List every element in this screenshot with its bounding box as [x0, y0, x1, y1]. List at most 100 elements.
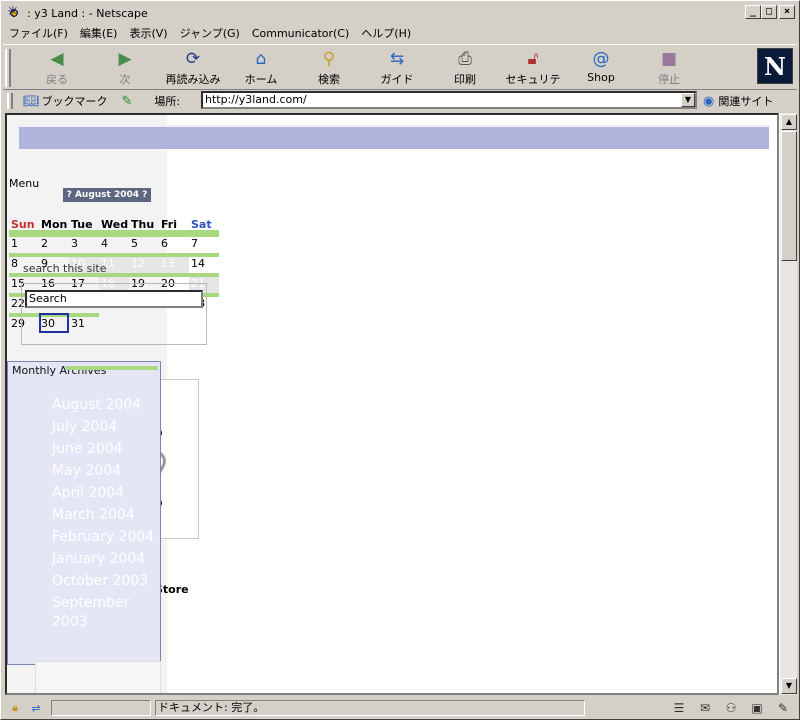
calendar-day[interactable]: 13 [159, 253, 189, 273]
composer-icon[interactable]: ▣ [747, 700, 767, 716]
calendar-day[interactable]: 12 [129, 253, 159, 273]
weekday-wed: Wed [99, 218, 129, 233]
connection-icon: ⇌ [31, 701, 41, 715]
location-label: 場所: [154, 95, 181, 108]
url-field[interactable]: http://y3land.com/ ▼ [201, 91, 697, 109]
related-sites-label: 関連サイト [718, 95, 774, 108]
toolbar-grip[interactable] [5, 49, 11, 87]
forward-button[interactable]: ▶ 次 [93, 47, 157, 89]
netscape-logo[interactable]: N [757, 48, 793, 84]
vertical-scrollbar[interactable]: ▲ ▼ [779, 113, 797, 695]
menu-edit[interactable]: 編集(E) [74, 25, 124, 41]
stop-button[interactable]: ■ 停止 [637, 47, 701, 89]
scroll-thumb[interactable] [781, 131, 797, 261]
archive-link[interactable]: October 2003 [52, 572, 160, 591]
signature-icon[interactable]: ✎ [773, 700, 793, 716]
menu-file[interactable]: ファイル(F) [3, 25, 74, 41]
security-button[interactable]: 🔓︎ セキュリティ [501, 47, 565, 102]
shop-bag-icon: @ [592, 49, 610, 69]
status-text: ドキュメント: 完了。 [155, 700, 585, 716]
calendar-day[interactable]: 14 [189, 253, 219, 273]
menu-communicator[interactable]: Communicator(C) [246, 27, 355, 40]
header-banner [19, 125, 769, 149]
calendar-day[interactable]: 2 [39, 233, 69, 253]
security-lock-icon[interactable]: 🔒︎ [5, 701, 25, 715]
discussions-icon[interactable]: ⚇ [721, 700, 741, 716]
archive-link[interactable]: April 2004 [52, 484, 160, 503]
shop-button[interactable]: @ Shop [569, 47, 633, 89]
stop-icon: ■ [660, 49, 678, 69]
calendar-day[interactable]: 4 [99, 233, 129, 253]
print-label: 印刷 [454, 73, 476, 86]
printer-icon: ⎙ [458, 49, 472, 69]
browser-window: : y3 Land : - Netscape _ □ × ファイル(F) 編集(… [0, 0, 800, 720]
reload-icon: ⟳ [185, 49, 201, 69]
archive-link[interactable]: September 2003 [52, 594, 160, 632]
page-proxy-icon[interactable]: ✎ [122, 94, 133, 109]
calendar-week: 1234567 [9, 233, 219, 253]
mail-icon[interactable]: ✉ [695, 700, 715, 716]
title-bar: : y3 Land : - Netscape _ □ × [3, 3, 797, 23]
search-button[interactable]: ⚲ 検索 [297, 47, 361, 89]
archive-link[interactable]: January 2004 [52, 550, 160, 569]
search-label: 検索 [318, 73, 340, 86]
archive-link[interactable]: May 2004 [52, 462, 160, 481]
archive-link[interactable]: August 2004 [52, 396, 160, 415]
calendar-day[interactable]: 6 [159, 233, 189, 253]
search-icon: ⚲ [322, 49, 336, 69]
guide-button[interactable]: ⇆ ガイド [365, 47, 429, 89]
scroll-up-button[interactable]: ▲ [781, 114, 797, 130]
menu-help[interactable]: ヘルプ(H) [355, 25, 417, 41]
page-content: Menu ? August 2004 ? Sun Mon Tue Wed Thu… [5, 113, 779, 695]
forward-arrow-icon: ▶ [118, 49, 132, 69]
scroll-down-button[interactable]: ▼ [781, 678, 797, 694]
bookmarks-button[interactable]: 📖︎ ブックマーク [23, 93, 108, 109]
guide-label: ガイド [380, 73, 414, 86]
calendar-day[interactable]: 1 [9, 233, 39, 253]
url-text: http://y3land.com/ [205, 93, 307, 106]
forward-label: 次 [119, 73, 131, 86]
calendar-day[interactable]: 3 [69, 233, 99, 253]
weekday-thu: Thu [129, 217, 159, 233]
progress-field [51, 700, 151, 716]
url-dropdown-button[interactable]: ▼ [681, 93, 695, 107]
weekday-tue: Tue [69, 217, 99, 233]
weekday-mon: Mon [39, 218, 69, 233]
related-sites-button[interactable]: ◉ 関連サイト [703, 93, 773, 109]
weekday-sun: Sun [9, 217, 39, 233]
guide-icon: ⇆ [389, 49, 405, 69]
related-sites-icon: ◉ [703, 93, 715, 109]
minimize-button[interactable]: _ [745, 5, 761, 19]
archives-list: August 2004 July 2004 June 2004 May 2004 Apr… [52, 396, 160, 635]
maximize-button[interactable]: □ [761, 5, 777, 19]
search-label: search this site [23, 262, 107, 275]
bookmarks-label: ブックマーク [41, 95, 108, 108]
component-bar: ☰ ✉ ⚇ ▣ ✎ [669, 700, 793, 716]
navigation-toolbar: ◀ 戻る ▶ 次 ⟳ 再読み込み ⌂ ホーム ⚲ 検索 ⇆ ガイド ⎙ 印刷 🔓… [3, 44, 797, 102]
archive-link[interactable]: February 2004 [52, 528, 160, 547]
monthly-archives-panel: Monthly Archives August 2004 July 2004 Jun… [7, 361, 161, 665]
calendar-day[interactable]: 5 [129, 233, 159, 253]
back-arrow-icon: ◀ [50, 49, 64, 69]
shop-label: Shop [587, 71, 615, 84]
home-button[interactable]: ⌂ ホーム [229, 47, 293, 89]
navigator-icon[interactable]: ☰ [669, 700, 689, 716]
weekday-fri: Fri [159, 217, 189, 233]
archive-link[interactable]: July 2004 [52, 418, 160, 437]
archive-link[interactable]: March 2004 [52, 506, 160, 525]
search-input[interactable]: Search [25, 290, 203, 308]
menu-bar: ファイル(F) 編集(E) 表示(V) ジャンプ(G) Communicator… [3, 24, 797, 42]
close-button[interactable]: × [779, 5, 795, 19]
window-title: : y3 Land : - Netscape [27, 6, 148, 20]
calendar-title[interactable]: ? August 2004 ? [63, 188, 151, 202]
menu-go[interactable]: ジャンプ(G) [174, 25, 246, 41]
lock-icon: 🔓︎ [527, 49, 539, 69]
archive-link[interactable]: June 2004 [52, 440, 160, 459]
back-button[interactable]: ◀ 戻る [25, 47, 89, 89]
location-grip[interactable] [7, 93, 13, 109]
print-button[interactable]: ⎙ 印刷 [433, 47, 497, 89]
calendar-day[interactable]: 7 [189, 233, 219, 253]
reload-button[interactable]: ⟳ 再読み込み [161, 47, 225, 89]
home-label: ホーム [244, 73, 278, 86]
menu-view[interactable]: 表示(V) [123, 25, 173, 41]
